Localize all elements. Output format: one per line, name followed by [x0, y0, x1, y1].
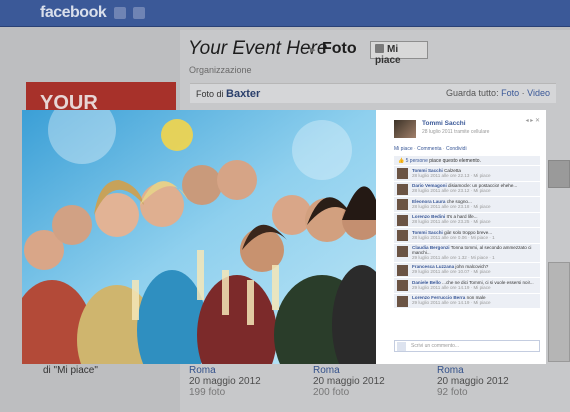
photo-author-header: Tommi Sacchi 28 luglio 2011 tramite cell…	[394, 118, 542, 138]
likes-count-link[interactable]: 5 persone	[406, 158, 428, 164]
likes-summary: 👍 5 persone piace questo elemento.	[394, 156, 540, 165]
comment-item: Eleonora Laura che sogno... 28 luglio 201…	[394, 197, 540, 213]
current-user-avatar	[397, 342, 406, 351]
comment-meta: 29 luglio 2011 alle ore 1.32 · Mi piace …	[412, 255, 495, 261]
photo-actions: Mi piace · Commenta · Condividi	[394, 146, 467, 152]
event-title[interactable]: Your Event Here	[188, 38, 327, 60]
breadcrumb-separator-icon: ▸	[310, 44, 316, 56]
album-thumbnail[interactable]	[548, 262, 570, 362]
commenter-avatar[interactable]	[397, 295, 408, 307]
comment-item: Daniele Bello ...che ne dici Tommi, ci s…	[394, 278, 540, 294]
album-thumbnail[interactable]	[548, 160, 570, 188]
photo-info-sidebar: Tommi Sacchi 28 luglio 2011 tramite cell…	[376, 110, 546, 364]
album-info: Roma 20 maggio 2012 199 foto	[189, 365, 261, 398]
comment-meta: 28 luglio 2011 alle ore 23.18 · Mi piace	[412, 203, 491, 209]
album-date: 20 maggio 2012	[313, 376, 385, 387]
comment-meta: 29 luglio 2011 alle ore 14.19 · Mi piace	[412, 284, 491, 290]
view-all-prefix: Guarda tutto:	[446, 88, 499, 98]
author-avatar[interactable]	[394, 120, 416, 138]
photo-timestamp: 28 luglio 2011 tramite cellulare	[422, 129, 490, 135]
action-separator: ·	[414, 146, 416, 152]
lightbox-controls[interactable]: ◂ ▸ ✕	[526, 117, 540, 124]
album-place[interactable]: Roma	[313, 365, 385, 376]
action-separator: ·	[442, 146, 445, 152]
commenter-avatar[interactable]	[397, 183, 408, 195]
messages-icon[interactable]	[133, 7, 145, 19]
album-count: 199 foto	[189, 387, 226, 398]
album-place[interactable]: Roma	[189, 365, 261, 376]
section-title: Foto	[322, 40, 357, 57]
commenter-avatar[interactable]	[397, 214, 408, 226]
comment-item: Lorenzo Ferruccio Berra non male 29 lugli…	[394, 293, 540, 309]
album-count: 92 foto	[437, 387, 468, 398]
comment-item: Dario Vemagoni disiamocle: un postaccio!…	[394, 181, 540, 197]
comment-item: Lorenzo Bedini It's a hard life... 28 lug…	[394, 212, 540, 228]
comments-list: Tommi Sacchi Calzetta 28 luglio 2011 alle…	[394, 166, 540, 309]
comment-item: Francesca Luzzana john malcovich? 29 lugl…	[394, 262, 540, 278]
view-all-links: Guarda tutto: Foto · Video	[446, 88, 550, 98]
photos-owner-link[interactable]: Baxter	[226, 88, 260, 100]
comment-item: Tommi Sacchi Calzetta 28 luglio 2011 alle…	[394, 166, 540, 182]
likes-suffix: piace questo elemento.	[429, 158, 481, 164]
album-place[interactable]: Roma	[437, 365, 509, 376]
author-name[interactable]: Tommi Sacchi	[422, 120, 466, 127]
like-action-link[interactable]: Mi piace	[394, 146, 413, 152]
photo-album-bar: Foto di Baxter Guarda tutto: Foto · Vide…	[190, 83, 556, 103]
commenter-avatar[interactable]	[397, 199, 408, 210]
comment-action-link[interactable]: Commenta	[417, 146, 441, 152]
comment-input[interactable]: Scrivi un commento...	[394, 340, 540, 352]
thumbs-up-icon: 👍	[398, 158, 405, 164]
friend-requests-icon[interactable]	[114, 7, 126, 19]
comment-placeholder: Scrivi un commento...	[411, 343, 460, 349]
like-page-button[interactable]: Mi piace	[370, 41, 428, 66]
likes-note: di "Mi piace"	[43, 365, 98, 376]
album-count: 200 foto	[313, 387, 350, 398]
commenter-avatar[interactable]	[397, 168, 408, 179]
album-info: Roma 20 maggio 2012 200 foto	[313, 365, 385, 398]
view-all-separator: ·	[521, 88, 525, 98]
photo-lightbox: Tommi Sacchi 28 luglio 2011 tramite cell…	[22, 110, 546, 364]
comment-item: Tommi Sacchi già! solo troppo breve... 28…	[394, 228, 540, 244]
commenter-avatar[interactable]	[397, 245, 408, 257]
comment-meta: 29 luglio 2011 alle ore 14.19 · Mi piace	[412, 300, 491, 306]
comment-meta: 28 luglio 2011 alle ore 0.06 · Mi piace …	[412, 234, 495, 240]
thumbs-up-icon	[375, 44, 384, 53]
page-category: Organizzazione	[189, 65, 252, 75]
comment-meta: 28 luglio 2011 alle ore 23.12 · Mi piace	[412, 188, 491, 194]
share-action-link[interactable]: Condividi	[446, 146, 467, 152]
commenter-avatar[interactable]	[397, 280, 408, 291]
view-all-photos-link[interactable]: Foto	[501, 88, 519, 98]
photo-image	[22, 110, 376, 364]
view-all-videos-link[interactable]: Video	[527, 88, 550, 98]
album-info: Roma 20 maggio 2012 92 foto	[437, 365, 509, 398]
album-date: 20 maggio 2012	[189, 376, 261, 387]
album-date: 20 maggio 2012	[437, 376, 509, 387]
comment-meta: 28 luglio 2011 alle ore 22.13 · Mi piace	[412, 172, 491, 178]
top-navigation-bar: facebook	[0, 0, 570, 27]
group-party-photo[interactable]	[22, 110, 376, 364]
comment-meta: 28 luglio 2011 alle ore 23.25 · Mi piace	[412, 219, 491, 225]
facebook-logo[interactable]: facebook	[40, 4, 107, 22]
commenter-avatar[interactable]	[397, 230, 408, 241]
comment-item: Claudia Bergonzi Tonna tommi, al secondo…	[394, 243, 540, 263]
commenter-avatar[interactable]	[397, 264, 408, 276]
comment-meta: 29 luglio 2011 alle ore 10.07 · Mi piace	[412, 269, 491, 275]
photos-of-prefix: Foto di	[196, 89, 224, 99]
photos-of-label: Foto di Baxter	[196, 88, 260, 100]
